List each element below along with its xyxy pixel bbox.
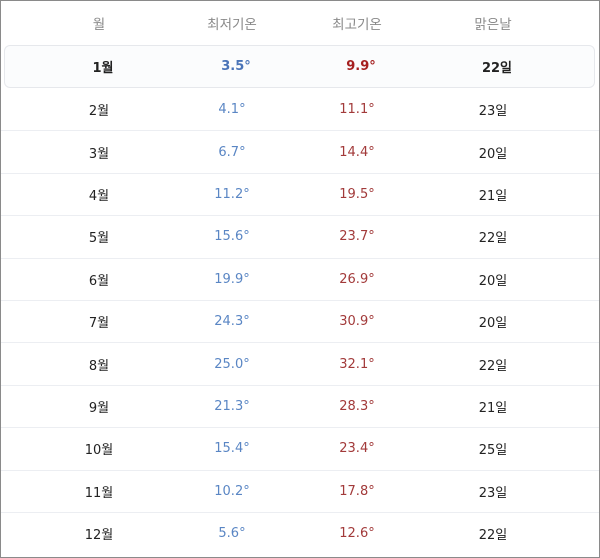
low-temp-cell: 6.7° — [218, 144, 246, 160]
low-temp-cell: 4.1° — [218, 101, 246, 117]
sunny-days-cell: 22일 — [478, 528, 508, 544]
high-temp-cell: 11.1° — [339, 101, 375, 117]
table-row: 5월 15.6° 23.7° 22일 — [1, 215, 599, 257]
high-temp-cell: 12.6° — [339, 526, 375, 542]
table-row: 11월 10.2° 17.8° 23일 — [1, 469, 599, 512]
sunny-days-cell: 22일 — [478, 231, 508, 247]
table-row: 8월 25.0° 32.1° 22일 — [1, 342, 599, 384]
table-row: 10월 15.4° 23.4° 25일 — [1, 427, 599, 469]
low-temp-cell: 15.6° — [214, 229, 250, 245]
low-temp-cell: 3.5° — [221, 59, 251, 74]
high-temp-cell: 32.1° — [339, 356, 375, 372]
low-temp-cell: 24.3° — [214, 314, 250, 330]
high-temp-cell: 19.5° — [339, 186, 375, 202]
table-row: 1월 3.5° 9.9° 22일 — [4, 45, 595, 88]
month-cell: 8월 — [88, 358, 110, 374]
sunny-days-cell: 20일 — [478, 146, 508, 162]
climate-table: 월 최저기온 최고기온 맑은날 1월 3.5° 9.9° 22일 2월 4.1° 11.1°… — [0, 0, 600, 558]
low-temp-cell: 21.3° — [214, 398, 250, 414]
table-row: 3월 6.7° 14.4° 20일 — [1, 130, 599, 172]
month-cell: 9월 — [88, 400, 110, 416]
low-temp-cell: 19.9° — [214, 271, 250, 287]
month-cell: 3월 — [88, 146, 110, 162]
month-cell: 5월 — [88, 231, 110, 247]
month-cell: 4월 — [88, 188, 110, 204]
sunny-days-cell: 22일 — [481, 61, 513, 76]
high-temp-cell: 9.9° — [346, 59, 376, 74]
sunny-days-cell: 22일 — [478, 358, 508, 374]
header-high-temp: 최고기온 — [332, 17, 382, 33]
high-temp-cell: 23.7° — [339, 229, 375, 245]
month-cell: 12월 — [84, 528, 114, 544]
month-cell: 1월 — [92, 61, 114, 76]
header-month: 월 — [92, 17, 106, 33]
table-row: 6월 19.9° 26.9° 20일 — [1, 257, 599, 300]
sunny-days-cell: 25일 — [478, 443, 508, 459]
table-header: 월 최저기온 최고기온 맑은날 — [1, 1, 599, 45]
high-temp-cell: 14.4° — [339, 144, 375, 160]
month-cell: 10월 — [84, 443, 114, 459]
header-sunny-days: 맑은날 — [474, 17, 512, 33]
sunny-days-cell: 21일 — [478, 188, 508, 204]
low-temp-cell: 5.6° — [218, 526, 246, 542]
month-cell: 7월 — [88, 316, 110, 332]
month-cell: 2월 — [88, 103, 110, 119]
table-row: 9월 21.3° 28.3° 21일 — [1, 384, 599, 427]
low-temp-cell: 25.0° — [214, 356, 250, 372]
table-row: 2월 4.1° 11.1° 23일 — [1, 88, 599, 130]
sunny-days-cell: 23일 — [478, 485, 508, 501]
high-temp-cell: 28.3° — [339, 398, 375, 414]
table-body: 1월 3.5° 9.9° 22일 2월 4.1° 11.1° 23일 3월 6.7° 14.4° 20… — [1, 45, 599, 554]
header-low-temp: 최저기온 — [207, 17, 257, 33]
low-temp-cell: 15.4° — [214, 441, 250, 457]
sunny-days-cell: 23일 — [478, 103, 508, 119]
high-temp-cell: 26.9° — [339, 271, 375, 287]
high-temp-cell: 30.9° — [339, 314, 375, 330]
sunny-days-cell: 21일 — [478, 400, 508, 416]
low-temp-cell: 11.2° — [214, 186, 250, 202]
table-row: 12월 5.6° 12.6° 22일 — [1, 511, 599, 554]
high-temp-cell: 17.8° — [339, 483, 375, 499]
month-cell: 6월 — [88, 273, 110, 289]
month-cell: 11월 — [84, 485, 114, 501]
table-row: 7월 24.3° 30.9° 20일 — [1, 299, 599, 342]
table-row: 4월 11.2° 19.5° 21일 — [1, 172, 599, 215]
low-temp-cell: 10.2° — [214, 483, 250, 499]
sunny-days-cell: 20일 — [478, 273, 508, 289]
sunny-days-cell: 20일 — [478, 316, 508, 332]
high-temp-cell: 23.4° — [339, 441, 375, 457]
